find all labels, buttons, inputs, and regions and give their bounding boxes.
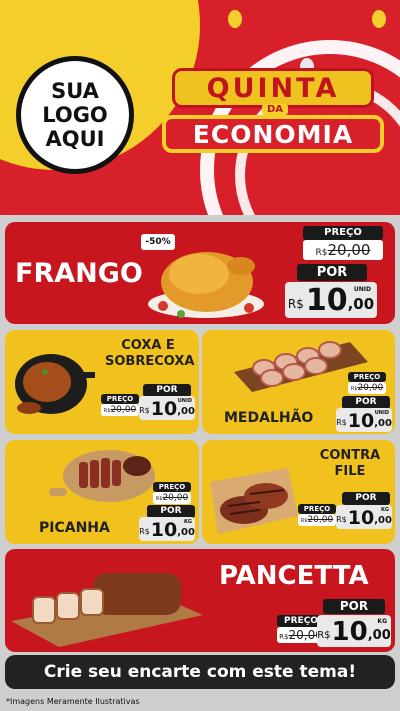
balloon-icon (140, 66, 150, 79)
new-price: R$ 10 ,00 UNID (139, 396, 195, 420)
sliced-steak-board-icon (49, 450, 155, 502)
logo-line-1: SUA (51, 79, 99, 103)
product-card-coxa[interactable]: COXA E SOBRECOXA POR PREÇO R$20,00 R$ 10… (5, 330, 199, 434)
price-block: PREÇO R$20,00 (303, 226, 383, 260)
new-price: R$ 10 ,00 UNID (336, 408, 392, 432)
por-label: POR (342, 492, 390, 505)
logo-placeholder[interactable]: SUA LOGO AQUI (16, 56, 134, 174)
product-card-frango[interactable]: FRANGO -50% PREÇO R$20,00 POR R$ 10 ,00 … (5, 222, 395, 324)
grilled-steak-board-icon (210, 468, 298, 534)
por-label: POR (323, 599, 385, 614)
cta-banner[interactable]: Crie seu encarte com este tema! (5, 655, 395, 689)
discount-badge: -50% (141, 234, 175, 250)
preco-label: PREÇO (153, 482, 191, 492)
product-card-picanha[interactable]: PREÇO R$20,00 POR PICANHA R$ 10 ,00 KG (5, 440, 199, 544)
product-name: PANCETTA (219, 561, 369, 591)
title-da: DA (262, 104, 288, 115)
preco-label: PREÇO (298, 504, 336, 514)
pork-belly-board-icon (11, 573, 203, 647)
preco-label: PREÇO (101, 394, 139, 404)
product-card-pancetta[interactable]: PANCETTA POR PREÇO R$20,00 R$ 10 ,00 KG (5, 549, 395, 652)
old-price: R$20,00 (303, 240, 383, 260)
new-price: R$ 10 ,00 KG (336, 505, 392, 529)
price-block: PREÇO R$20,00 (101, 394, 139, 416)
price-block: PREÇO R$20,00 (348, 372, 386, 394)
logo-line-2: LOGO (42, 103, 108, 127)
new-price: R$ 10 ,00 KG (139, 517, 195, 541)
balloon-icon (118, 4, 132, 22)
footnote: *Imagens Meramente Ilustrativas (6, 697, 140, 706)
product-card-medalhao[interactable]: PREÇO R$20,00 POR MEDALHÃO R$ 10 ,00 UNI… (202, 330, 395, 434)
product-name: FRANGO (15, 258, 143, 289)
hero-banner: SUA LOGO AQUI QUINTA DA ECONOMIA (0, 0, 400, 215)
price-block: PREÇO R$20,00 (298, 504, 336, 526)
product-name: PICANHA (39, 520, 110, 536)
new-price: R$ 10 ,00 KG (317, 615, 391, 647)
title-economia: ECONOMIA (162, 115, 384, 153)
title-quinta: QUINTA (172, 68, 374, 108)
old-price: R$20,00 (298, 514, 336, 526)
price-block: PREÇO R$20,00 (153, 482, 191, 504)
old-price: R$20,00 (153, 492, 191, 504)
por-label: POR (297, 264, 367, 281)
old-price: R$20,00 (101, 404, 139, 416)
chicken-leg-pan-icon (15, 354, 95, 414)
balloon-icon (228, 10, 242, 28)
preco-label: PREÇO (348, 372, 386, 382)
product-card-contrafile[interactable]: CONTRA FILE POR PREÇO R$20,00 R$ 10 ,00 … (202, 440, 395, 544)
preco-label: PREÇO (303, 226, 383, 240)
new-price: R$ 10 ,00 UNID (285, 282, 377, 318)
logo-line-3: AQUI (45, 127, 105, 151)
product-name: MEDALHÃO (224, 410, 314, 426)
product-name: COXA E SOBRECOXA (105, 338, 195, 369)
old-price: R$20,00 (348, 382, 386, 394)
balloon-icon (372, 10, 386, 28)
product-name: CONTRA FILE (319, 448, 381, 479)
